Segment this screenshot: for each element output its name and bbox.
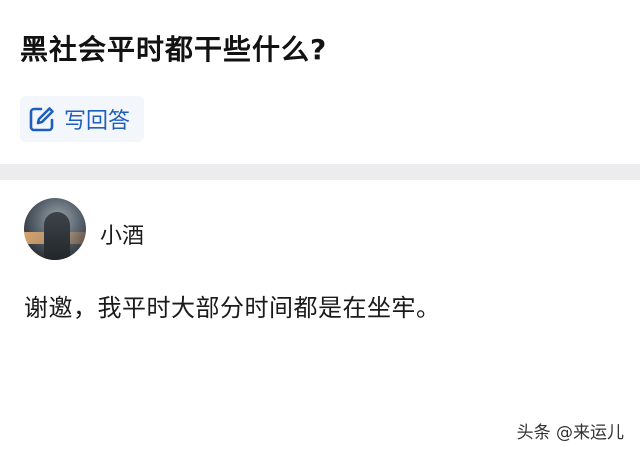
- avatar-figure: [44, 212, 70, 260]
- section-divider: [0, 164, 640, 180]
- answer-card: 小酒 谢邀，我平时大部分时间都是在坐牢。 头条 @来运儿: [0, 180, 640, 457]
- avatar[interactable]: [24, 198, 86, 260]
- write-answer-button[interactable]: 写回答: [20, 96, 145, 142]
- question-title[interactable]: 黑社会平时都干些什么?: [20, 28, 327, 68]
- source-watermark: 头条 @来运儿: [516, 423, 624, 443]
- edit-icon: [28, 105, 56, 133]
- faint-watermark: [14, 408, 124, 444]
- question-card: 黑社会平时都干些什么? 写回答: [0, 0, 640, 164]
- author-name[interactable]: 小酒: [100, 218, 144, 250]
- write-answer-label: 写回答: [64, 109, 131, 134]
- answer-content[interactable]: 谢邀，我平时大部分时间都是在坐牢。: [24, 288, 441, 323]
